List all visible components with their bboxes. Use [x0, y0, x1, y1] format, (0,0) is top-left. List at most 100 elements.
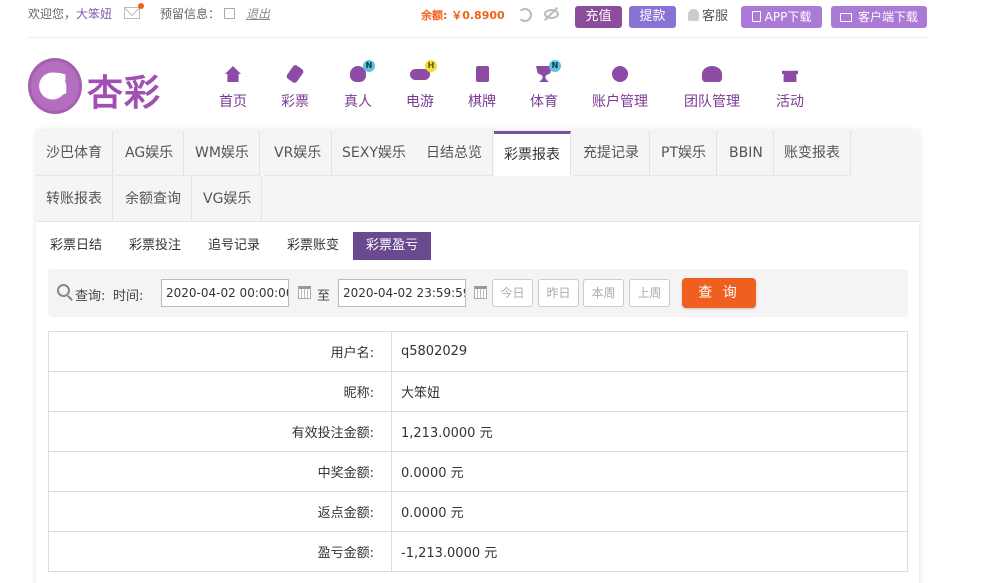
nav-lottery[interactable]: 彩票 [281, 63, 309, 111]
tab-wm[interactable]: WM娱乐 [185, 131, 260, 176]
table-row: 有效投注金额: 1,213.0000 元 [48, 411, 908, 452]
tab-vg[interactable]: VG娱乐 [193, 177, 263, 222]
reserved-message-label: 预留信息： [160, 7, 221, 21]
row-value: 0.0000 元 [391, 491, 908, 532]
today-button[interactable]: 今日 [492, 279, 533, 307]
report-tabs: 沙巴体育 AG娱乐 WM娱乐 VR娱乐 SEXY娱乐 日结总览 彩票报表 充提记… [36, 131, 919, 222]
balance-text: 余额: ￥0.8900 [421, 9, 505, 22]
nav-label: 首页 [219, 94, 247, 110]
row-value: q5802029 [391, 331, 908, 372]
last-week-button[interactable]: 上周 [629, 279, 670, 307]
row-value: -1,213.0000 元 [391, 531, 908, 572]
yesterday-button[interactable]: 昨日 [538, 279, 579, 307]
nickname: 大笨妞 [76, 7, 113, 21]
tab-balance-query[interactable]: 余额查询 [115, 177, 192, 222]
tab-lottery-report[interactable]: 彩票报表 [494, 131, 571, 176]
app-download-button[interactable]: APP下载 [741, 6, 822, 28]
calendar-icon[interactable] [298, 286, 311, 299]
nav-team[interactable]: 团队管理 [684, 63, 740, 111]
nav-label: 棋牌 [468, 94, 496, 110]
tab-deposit-withdraw-records[interactable]: 充提记录 [573, 131, 650, 176]
nav-chess[interactable]: 棋牌 [468, 63, 496, 111]
client-download-label: 客户端下载 [857, 10, 918, 24]
tab-ag[interactable]: AG娱乐 [115, 131, 185, 176]
welcome-text: 欢迎您，大笨妞 [28, 7, 112, 21]
live-dealer-icon: N [347, 60, 375, 85]
divider [28, 37, 928, 38]
app-download-label: APP下载 [764, 10, 812, 24]
row-value: 大笨妞 [391, 371, 908, 412]
search-icon [57, 284, 70, 297]
query-bar: 查询: 时间: 2020-04-02 00:00:00 至 2020-04-02… [48, 269, 908, 317]
table-row: 盈亏金额: -1,213.0000 元 [48, 531, 908, 572]
nav-label: 活动 [776, 94, 804, 110]
tab-shaba-sport[interactable]: 沙巴体育 [36, 131, 113, 176]
tab-daily-overview[interactable]: 日结总览 [416, 131, 493, 176]
team-icon [701, 63, 723, 85]
nav-label: 彩票 [281, 94, 309, 110]
logout-link[interactable]: 退出 [246, 7, 270, 21]
nav-label: 体育 [530, 94, 558, 110]
site-logo[interactable]: 杏彩 [28, 58, 168, 116]
home-icon [222, 63, 244, 85]
trophy-icon: N [533, 60, 561, 85]
subtab-lottery-bets[interactable]: 彩票投注 [116, 232, 194, 260]
table-row: 用户名: q5802029 [48, 331, 908, 372]
table-row: 中奖金额: 0.0000 元 [48, 451, 908, 492]
nav-sport[interactable]: N 体育 [530, 60, 561, 111]
row-label: 中奖金额: [48, 451, 392, 492]
phone-icon [751, 11, 761, 22]
this-week-button[interactable]: 本周 [583, 279, 624, 307]
hide-balance-icon[interactable] [544, 9, 559, 19]
deposit-button[interactable]: 充值 [575, 6, 622, 28]
edit-icon[interactable] [224, 8, 235, 19]
nav-activity[interactable]: 活动 [776, 63, 804, 111]
start-time-input[interactable]: 2020-04-02 00:00:00 [161, 279, 289, 307]
top-bar: 欢迎您，大笨妞 预留信息： 退出 余额: ￥0.8900 充值 提款 客服 AP… [0, 0, 1003, 38]
nav-home[interactable]: 首页 [219, 63, 247, 111]
nav-account[interactable]: 账户管理 [592, 63, 648, 111]
monitor-icon [839, 13, 852, 22]
row-label: 有效投注金额: [48, 411, 392, 452]
logo-text: 杏彩 [87, 72, 162, 114]
withdraw-button[interactable]: 提款 [629, 6, 676, 28]
time-label: 时间: [113, 289, 144, 304]
refresh-icon[interactable] [518, 8, 532, 22]
row-label: 昵称: [48, 371, 392, 412]
gamepad-icon: H [409, 60, 437, 85]
calendar-icon[interactable] [474, 286, 487, 299]
range-to-label: 至 [317, 289, 331, 304]
report-panel: 沙巴体育 AG娱乐 WM娱乐 VR娱乐 SEXY娱乐 日结总览 彩票报表 充提记… [36, 131, 919, 583]
tab-vr[interactable]: VR娱乐 [264, 131, 333, 176]
row-label: 用户名: [48, 331, 392, 372]
nav-label: 账户管理 [592, 94, 648, 110]
subtab-chase-records[interactable]: 追号记录 [195, 232, 273, 260]
subtab-lottery-profit-loss[interactable]: 彩票盈亏 [353, 232, 432, 260]
unread-dot [138, 3, 144, 9]
tab-bbin[interactable]: BBIN [719, 131, 774, 176]
nav-label: 团队管理 [684, 94, 740, 110]
nav-live[interactable]: N 真人 [344, 60, 375, 111]
table-row: 返点金额: 0.0000 元 [48, 491, 908, 532]
customer-service-link[interactable]: 客服 [688, 9, 728, 24]
subtab-lottery-daily[interactable]: 彩票日结 [37, 232, 115, 260]
nav-label: 电游 [406, 94, 434, 110]
logo-mark-icon [28, 58, 82, 114]
tab-sexy[interactable]: SEXY娱乐 [332, 131, 417, 176]
end-time-input[interactable]: 2020-04-02 23:59:59 [338, 279, 466, 307]
query-label: 查询: [75, 289, 106, 304]
cards-icon [471, 63, 493, 85]
row-value: 0.0000 元 [391, 451, 908, 492]
gift-icon [779, 63, 801, 85]
tab-account-change-report[interactable]: 账变报表 [774, 131, 851, 176]
welcome-prefix: 欢迎您， [28, 7, 77, 21]
tab-transfer-report[interactable]: 转账报表 [36, 177, 113, 222]
tab-pt[interactable]: PT娱乐 [651, 131, 717, 176]
row-label: 盈亏金额: [48, 531, 392, 572]
mail-icon[interactable] [124, 3, 144, 19]
lottery-icon [284, 63, 306, 85]
client-download-button[interactable]: 客户端下载 [831, 6, 927, 28]
nav-egame[interactable]: H 电游 [406, 60, 437, 111]
query-submit-button[interactable]: 查 询 [682, 278, 756, 308]
subtab-lottery-account-change[interactable]: 彩票账变 [274, 232, 352, 260]
